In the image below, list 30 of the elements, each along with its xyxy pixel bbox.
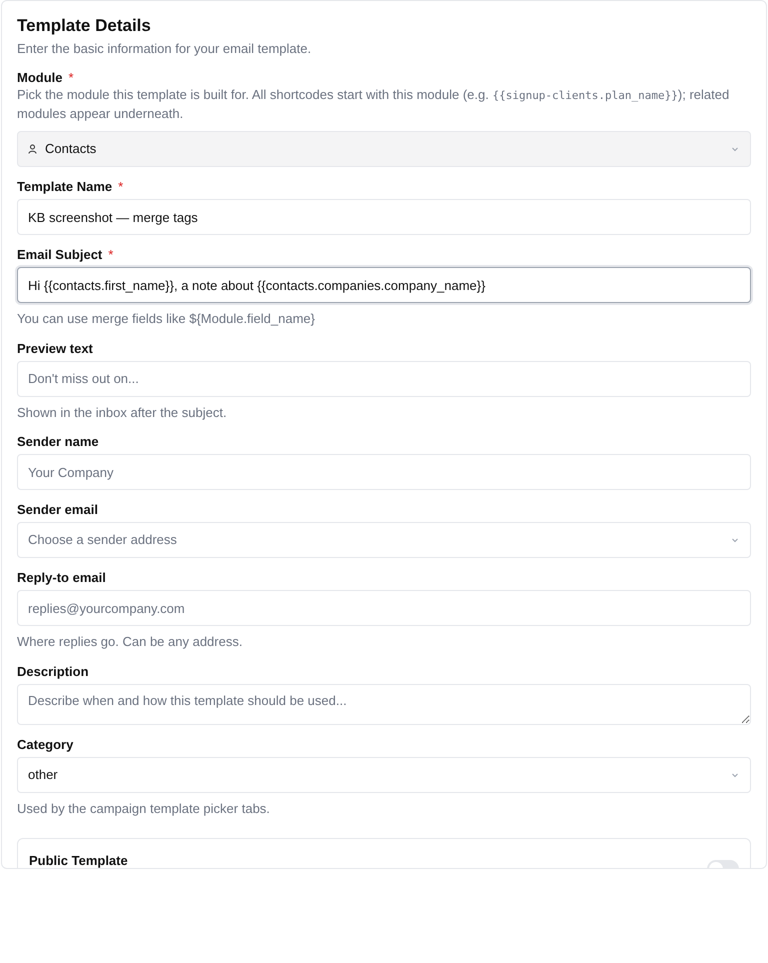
section-subtitle: Enter the basic information for your email template.	[17, 40, 312, 58]
text-field[interactable]: Your Company	[17, 454, 751, 490]
required-mark: *	[108, 247, 114, 263]
help-text: Pick the module this template is built for. All shortcodes start with this module (e.g. {{signup-clients.plan_name}}); related modules appear underneath.	[17, 86, 730, 123]
field-label: Description	[17, 664, 89, 680]
text-area[interactable]: Describe when and how this template should be used...	[17, 684, 751, 724]
field-label: Sender email	[17, 502, 98, 518]
help-text: Used by the campaign template picker tabs.	[17, 800, 271, 818]
field-label: Email Subject	[17, 247, 102, 263]
text-field[interactable]: replies@yourcompany.com	[17, 590, 751, 626]
help-text: Shown in the inbox after the subject.	[17, 404, 228, 422]
field-label: Reply-to email	[17, 570, 106, 586]
select-field[interactable]: Contacts	[17, 131, 751, 167]
field-label: Sender name	[17, 434, 99, 450]
section-title: Template Details	[17, 15, 152, 37]
text-field[interactable]: KB screenshot — merge tags	[17, 199, 751, 235]
text-field[interactable]: Hi {{contacts.first_name}}, a note about {{contacts.companies.company_name}}	[17, 267, 751, 303]
field-label: Template Name	[17, 179, 112, 195]
field-label: Category	[17, 736, 74, 752]
text-field[interactable]: Don't miss out on...	[17, 360, 751, 396]
field-label: Module	[17, 70, 62, 86]
field-label: Preview text	[17, 340, 93, 356]
select-field[interactable]: other	[17, 756, 751, 792]
required-mark: *	[68, 70, 74, 86]
person-icon	[28, 144, 37, 154]
required-mark: *	[118, 179, 124, 195]
help-text: Where replies go. Can be any address.	[17, 633, 244, 651]
help-text: You can use merge fields like ${Module.field_name}	[17, 310, 316, 328]
setting-label: Public Template	[29, 852, 128, 868]
select-field[interactable]: Choose a sender address	[17, 522, 751, 558]
